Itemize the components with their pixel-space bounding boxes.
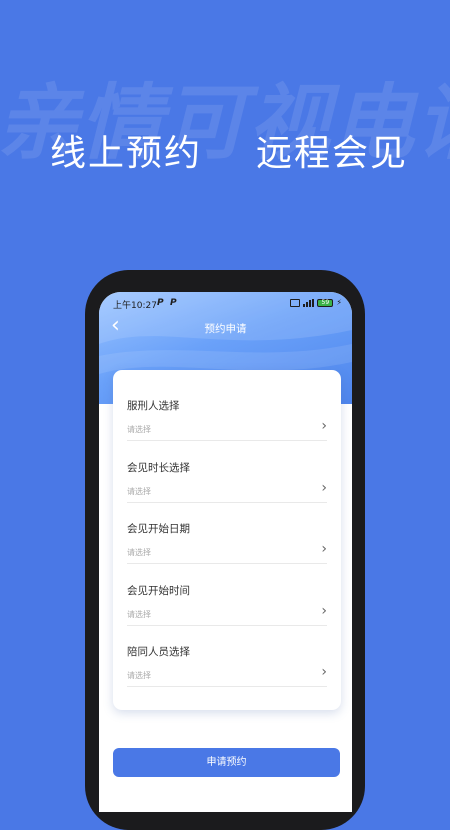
chevron-right-icon: › bbox=[321, 418, 327, 434]
divider bbox=[127, 563, 327, 564]
divider bbox=[127, 502, 327, 503]
field-placeholder: 请选择 bbox=[127, 671, 151, 680]
field-label: 会见时长选择 bbox=[127, 462, 190, 474]
field-prisoner[interactable]: 服刑人选择 请选择 › bbox=[127, 398, 327, 454]
field-companions[interactable]: 陪同人员选择 请选择 › bbox=[127, 644, 327, 700]
field-placeholder: 请选择 bbox=[127, 487, 151, 496]
chevron-right-icon: › bbox=[321, 541, 327, 557]
divider bbox=[127, 625, 327, 626]
page-title: 预约申请 bbox=[204, 323, 247, 335]
phone-screen: 上午10:27 P P 59 ⚡ ‹ 预约申请 服刑人选择 请选择 › 会见时长… bbox=[99, 292, 352, 812]
field-label: 会见开始时间 bbox=[127, 585, 190, 597]
divider bbox=[127, 686, 327, 687]
field-label: 陪同人员选择 bbox=[127, 646, 190, 658]
field-label: 会见开始日期 bbox=[127, 523, 190, 535]
tagline-right: 远程会见 bbox=[256, 133, 409, 174]
field-duration[interactable]: 会见时长选择 请选择 › bbox=[127, 460, 327, 516]
notification-icon: P bbox=[157, 298, 164, 308]
form-card: 服刑人选择 请选择 › 会见时长选择 请选择 › 会见开始日期 请选择 › 会见… bbox=[113, 370, 341, 710]
status-bar: 上午10:27 P P 59 ⚡ bbox=[99, 292, 352, 314]
status-time: 上午10:27 bbox=[113, 301, 157, 311]
submit-button[interactable]: 申请预约 bbox=[113, 748, 340, 777]
signal-icon bbox=[303, 298, 315, 307]
charging-icon: ⚡ bbox=[336, 298, 342, 307]
tagline-left: 线上预约 bbox=[50, 133, 203, 174]
notification-icon: P bbox=[170, 298, 177, 308]
battery-icon: 59 bbox=[317, 298, 334, 307]
field-placeholder: 请选择 bbox=[127, 425, 151, 434]
chevron-right-icon: › bbox=[321, 480, 327, 496]
field-label: 服刑人选择 bbox=[127, 400, 180, 412]
field-placeholder: 请选择 bbox=[127, 610, 151, 619]
chevron-right-icon: › bbox=[321, 603, 327, 619]
navbar: ‹ 预约申请 bbox=[99, 314, 352, 340]
divider bbox=[127, 440, 327, 441]
status-icons: 59 ⚡ bbox=[290, 298, 342, 307]
field-placeholder: 请选择 bbox=[127, 548, 151, 557]
field-start-date[interactable]: 会见开始日期 请选择 › bbox=[127, 521, 327, 577]
chevron-right-icon: › bbox=[321, 664, 327, 680]
hd-icon bbox=[290, 298, 301, 307]
field-start-time[interactable]: 会见开始时间 请选择 › bbox=[127, 583, 327, 639]
